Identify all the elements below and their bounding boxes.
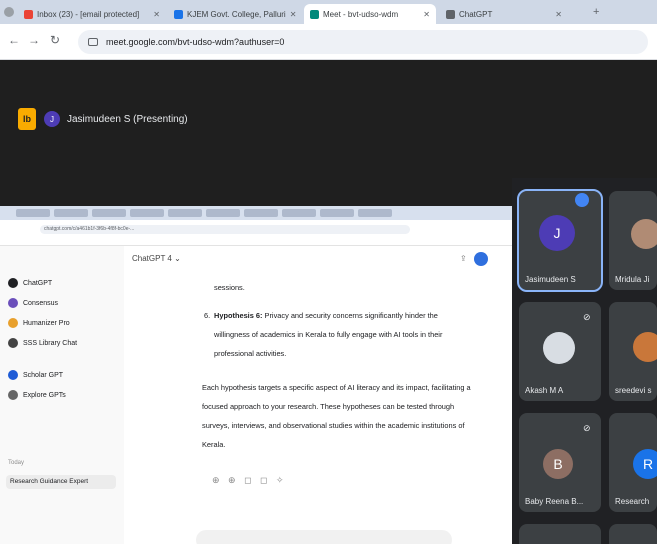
chatgpt-icon: [8, 278, 18, 288]
avatar: J: [539, 215, 575, 251]
library-icon: [8, 338, 18, 348]
browser-tab-strip: Inbox (23) - [email protected] ✕ KJEM Go…: [0, 0, 657, 24]
avatar: [543, 332, 575, 364]
sidebar-item-consensus[interactable]: Consensus: [8, 298, 58, 308]
mic-off-icon: ⊘: [583, 423, 591, 433]
meet-icon: [310, 9, 319, 19]
message-action-icons[interactable]: ⊕ ⊕ ◻ ◻ ✧: [212, 475, 287, 486]
sidebar-item-label: ChatGPT: [23, 279, 53, 287]
site-info-icon[interactable]: [88, 38, 98, 46]
meet-top-bar: lb J Jasimudeen S (Presenting): [0, 60, 657, 178]
participant-tile[interactable]: ⊘ B Baby Reena B...: [519, 413, 601, 512]
participant-tile[interactable]: ⊘ Akash M A: [519, 302, 601, 401]
participant-tile[interactable]: [609, 524, 657, 544]
tab-search-icon[interactable]: [4, 7, 14, 17]
avatar: B: [543, 449, 573, 479]
avatar: J: [44, 111, 60, 127]
profile-avatar[interactable]: [474, 252, 488, 266]
meet-logo: lb: [18, 108, 36, 130]
site-icon: [174, 9, 183, 19]
sidebar-item-explore[interactable]: Explore GPTs: [8, 390, 66, 400]
forward-icon[interactable]: →: [28, 33, 40, 47]
share-icon[interactable]: ⇪: [460, 254, 467, 263]
tab-label: Meet - bvt-udso-wdm: [323, 9, 399, 19]
chat-model-selector[interactable]: ChatGPT 4 ⌄: [132, 254, 181, 263]
speaking-indicator-icon: [575, 193, 589, 207]
tab-label: KJEM Govt. College, Palluri: [187, 9, 286, 19]
humanizer-icon: [8, 318, 18, 328]
sidebar-item-library[interactable]: SSS Library Chat: [8, 338, 77, 348]
participant-tile[interactable]: R Research: [609, 413, 657, 512]
sidebar-item-label: Consensus: [23, 299, 59, 307]
close-icon[interactable]: ✕: [290, 10, 297, 19]
shared-browser-tabs: [0, 206, 512, 220]
shared-url: chatgpt.com/c/a461b1f-3f6b-4f8f-bc0e-...: [40, 225, 410, 234]
url-input[interactable]: meet.google.com/bvt-udso-wdm?authuser=0: [78, 30, 648, 54]
participant-name: Research: [615, 497, 650, 506]
consensus-icon: [8, 298, 18, 308]
participant-name: Baby Reena B...: [525, 497, 584, 506]
sidebar-item-humanizer[interactable]: Humanizer Pro: [8, 318, 70, 328]
message-input[interactable]: [196, 530, 452, 544]
sidebar-section-heading: Today: [8, 460, 25, 466]
sidebar-item-scholar[interactable]: Scholar GPT: [8, 370, 63, 380]
hypothesis-item: Hypothesis 6: Privacy and security conce…: [214, 306, 466, 363]
chatgpt-sidebar: ChatGPT Consensus Humanizer Pro SSS Libr…: [0, 246, 124, 544]
participant-name: Jasimudeen S: [525, 275, 576, 284]
shared-screen-top-gap: [0, 178, 512, 206]
shared-address-bar: chatgpt.com/c/a461b1f-3f6b-4f8f-bc0e-...: [0, 222, 512, 236]
sidebar-item-label: Explore GPTs: [23, 391, 66, 399]
sidebar-item-label: Scholar GPT: [23, 371, 64, 379]
avatar: [633, 332, 657, 362]
presenter-label: Jasimudeen S (Presenting): [67, 113, 188, 125]
reload-icon[interactable]: ↻: [50, 33, 60, 47]
tab-inbox[interactable]: Inbox (23) - [email protected] ✕: [18, 4, 166, 24]
tab-college[interactable]: KJEM Govt. College, Palluri ✕: [168, 4, 300, 24]
tab-chatgpt[interactable]: ChatGPT ✕: [440, 4, 568, 24]
chat-summary: Each hypothesis targets a specific aspec…: [202, 383, 471, 449]
avatar: [631, 219, 657, 249]
chatgpt-icon: [446, 9, 455, 19]
address-bar-row: ← → ↻ meet.google.com/bvt-udso-wdm?authu…: [0, 24, 657, 60]
participant-name: sreedevi s: [615, 386, 652, 395]
chat-text-fragment: sessions.: [214, 283, 245, 292]
hypothesis-label: Hypothesis 6:: [214, 311, 263, 320]
participant-tile[interactable]: J Jasimudeen S: [517, 189, 603, 292]
participant-name: Akash M A: [525, 386, 564, 395]
tab-meet[interactable]: Meet - bvt-udso-wdm ✕: [304, 4, 436, 24]
sidebar-history-item[interactable]: Research Guidance Expert: [6, 475, 116, 489]
sidebar-item-label: Humanizer Pro: [23, 319, 70, 327]
presenter-badge[interactable]: J Jasimudeen S (Presenting): [44, 106, 188, 132]
shared-screen: chatgpt.com/c/a461b1f-3f6b-4f8f-bc0e-...…: [0, 178, 512, 544]
participant-tile[interactable]: sreedevi s: [609, 302, 657, 401]
participant-tile[interactable]: Mridula Ji: [609, 191, 657, 290]
scholar-icon: [8, 370, 18, 380]
sidebar-item-chatgpt[interactable]: ChatGPT: [8, 278, 52, 288]
tab-label: Inbox (23) - [email protected]: [37, 9, 140, 19]
close-icon[interactable]: ✕: [423, 10, 430, 19]
avatar: R: [633, 449, 657, 479]
sidebar-item-label: SSS Library Chat: [23, 339, 78, 347]
new-tab-button[interactable]: +: [593, 6, 599, 18]
back-icon[interactable]: ←: [8, 33, 20, 47]
mic-off-icon: ⊘: [583, 312, 591, 322]
close-icon[interactable]: ✕: [555, 10, 562, 19]
shared-bookmarks-bar: [0, 236, 512, 246]
url-text: meet.google.com/bvt-udso-wdm?authuser=0: [106, 37, 285, 47]
gmail-icon: [24, 9, 33, 19]
grid-icon: [8, 390, 18, 400]
close-icon[interactable]: ✕: [153, 10, 160, 19]
tab-label: ChatGPT: [459, 9, 493, 19]
participant-name: Mridula Ji: [615, 275, 650, 284]
participant-tile[interactable]: [519, 524, 601, 544]
